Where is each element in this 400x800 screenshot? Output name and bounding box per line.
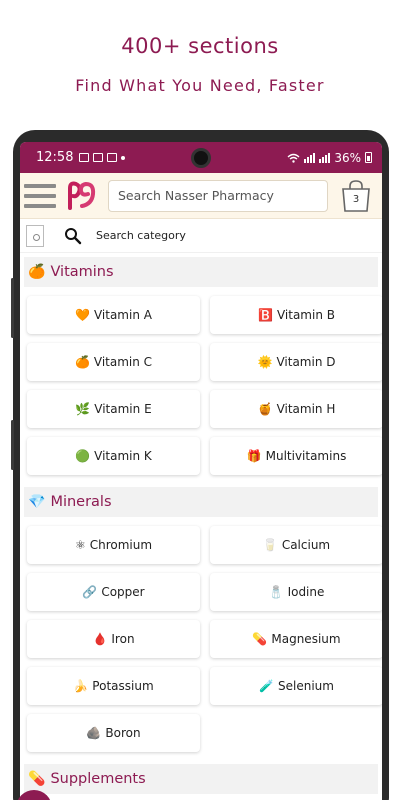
screen-icon (93, 153, 104, 162)
section-header-vitamins[interactable]: 🍊 Vitamins (24, 257, 378, 287)
orange-icon: 🍊 (74, 355, 90, 369)
tile-label: Potassium (92, 679, 154, 693)
category-list: 🍊 Vitamins 🧡 Vitamin A 🅱️ Vitamin B 🍊 Vitam… (20, 257, 382, 794)
signal-icon (304, 152, 316, 163)
pill-icon: 💊 (28, 771, 46, 787)
category-search-bar: Search category (20, 219, 382, 253)
category-search-label: Search category (96, 229, 186, 242)
tile-label: Iron (111, 632, 135, 646)
phone-side-button (11, 278, 14, 338)
category-tile-copper[interactable]: 🔗 Copper (27, 573, 200, 611)
system-icons: 36% (287, 151, 372, 165)
section-header-minerals[interactable]: 💎 Minerals (24, 487, 378, 517)
category-tile-vitamin-a[interactable]: 🧡 Vitamin A (27, 296, 200, 334)
test-tube-icon: 🧪 (259, 679, 274, 693)
category-tile-potassium[interactable]: 🍌 Potassium (27, 667, 200, 705)
category-tile-selenium[interactable]: 🧪 Selenium (210, 667, 382, 705)
search-input[interactable]: Search Nasser Pharmacy (108, 179, 328, 212)
salt-shaker-icon: 🧂 (268, 585, 284, 599)
category-search-input[interactable] (26, 224, 44, 247)
tile-label: Vitamin K (94, 449, 152, 463)
category-tile-vitamin-h[interactable]: 🍯 Vitamin H (210, 390, 382, 428)
battery-icon (365, 152, 372, 163)
section-title: Minerals (50, 494, 112, 510)
tile-label: Vitamin H (276, 402, 336, 416)
milk-glass-icon: 🥛 (262, 538, 278, 552)
cart-button[interactable]: 3 (340, 179, 372, 213)
tile-label: Vitamin C (93, 355, 153, 369)
tile-label: Vitamin A (93, 308, 152, 322)
category-tile-calcium[interactable]: 🥛 Calcium (210, 526, 382, 564)
vitamins-grid: 🧡 Vitamin A 🅱️ Vitamin B 🍊 Vitamin C 🌞 Vitam… (24, 287, 382, 483)
category-tile-iron[interactable]: 🩸 Iron (27, 620, 200, 658)
tile-label: Iodine (287, 585, 325, 599)
section-title: Supplements (50, 771, 146, 787)
category-tile-iodine[interactable]: 🧂 Iodine (210, 573, 382, 611)
tile-label: Magnesium (271, 632, 341, 646)
gem-icon: 💎 (28, 494, 46, 510)
status-time: 12:58 (36, 150, 74, 165)
tile-label: Selenium (278, 679, 334, 693)
tile-label: Vitamin E (94, 402, 152, 416)
gift-icon: 🎁 (246, 449, 262, 463)
search-icon[interactable] (64, 227, 82, 245)
link-icon: 🔗 (82, 585, 98, 599)
tile-label: Boron (105, 726, 141, 740)
battery-percent: 36% (334, 150, 361, 165)
tile-label: Chromium (89, 538, 153, 552)
green-circle-icon: 🟢 (75, 449, 91, 463)
heart-icon: 🧡 (75, 308, 90, 322)
promo-subtitle: Find What You Need, Faster (75, 76, 325, 95)
front-camera (191, 148, 211, 168)
wifi-icon (287, 153, 300, 163)
tile-label: Vitamin B (276, 308, 335, 322)
tile-label: Copper (101, 585, 145, 599)
category-tile-boron[interactable]: 🪨 Boron (27, 714, 200, 752)
atom-icon: ⚛ (74, 538, 86, 552)
phone-screen: 12:58 36% Search Nasser Pharmacy 3 Searc… (20, 142, 382, 800)
notification-icons (79, 153, 126, 162)
orange-icon: 🍊 (28, 264, 46, 280)
category-tile-vitamin-k[interactable]: 🟢 Vitamin K (27, 437, 200, 475)
category-tile-vitamin-b[interactable]: 🅱️ Vitamin B (210, 296, 382, 334)
banana-icon: 🍌 (73, 679, 89, 693)
category-tile-magnesium[interactable]: 💊 Magnesium (210, 620, 382, 658)
signal-icon (319, 152, 331, 163)
category-tile-vitamin-e[interactable]: 🌿 Vitamin E (27, 390, 200, 428)
category-tile-vitamin-c[interactable]: 🍊 Vitamin C (27, 343, 200, 381)
promo-title: 400+ sections (121, 34, 279, 58)
section-header-supplements[interactable]: 💊 Supplements (24, 764, 378, 794)
tile-label: Calcium (281, 538, 331, 552)
rock-icon: 🪨 (86, 726, 102, 740)
leaf-icon: 🌿 (75, 402, 91, 416)
tile-label: Vitamin D (276, 355, 336, 369)
cart-count: 3 (352, 193, 360, 205)
menu-icon[interactable] (24, 183, 56, 208)
letter-b-icon: 🅱️ (258, 308, 273, 322)
blood-drop-icon: 🩸 (92, 632, 108, 646)
sun-icon: 🌞 (257, 355, 273, 369)
category-tile-vitamin-d[interactable]: 🌞 Vitamin D (210, 343, 382, 381)
gallery-icon (79, 153, 90, 162)
status-bar: 12:58 36% (20, 142, 382, 173)
app-logo[interactable] (62, 178, 98, 214)
minerals-grid: ⚛ Chromium 🥛 Calcium 🔗 Copper 🧂 Iodine 🩸 Iron… (24, 517, 382, 760)
tile-label: Multivitamins (265, 449, 347, 463)
section-title: Vitamins (50, 264, 114, 280)
category-tile-multivitamins[interactable]: 🎁 Multivitamins (210, 437, 382, 475)
more-notifications-icon (121, 155, 126, 160)
video-icon (107, 153, 118, 162)
pill-icon: 💊 (252, 632, 268, 646)
app-bar: Search Nasser Pharmacy 3 (20, 173, 382, 219)
category-tile-chromium[interactable]: ⚛ Chromium (27, 526, 200, 564)
honey-pot-icon: 🍯 (257, 402, 273, 416)
phone-side-button (11, 420, 14, 470)
